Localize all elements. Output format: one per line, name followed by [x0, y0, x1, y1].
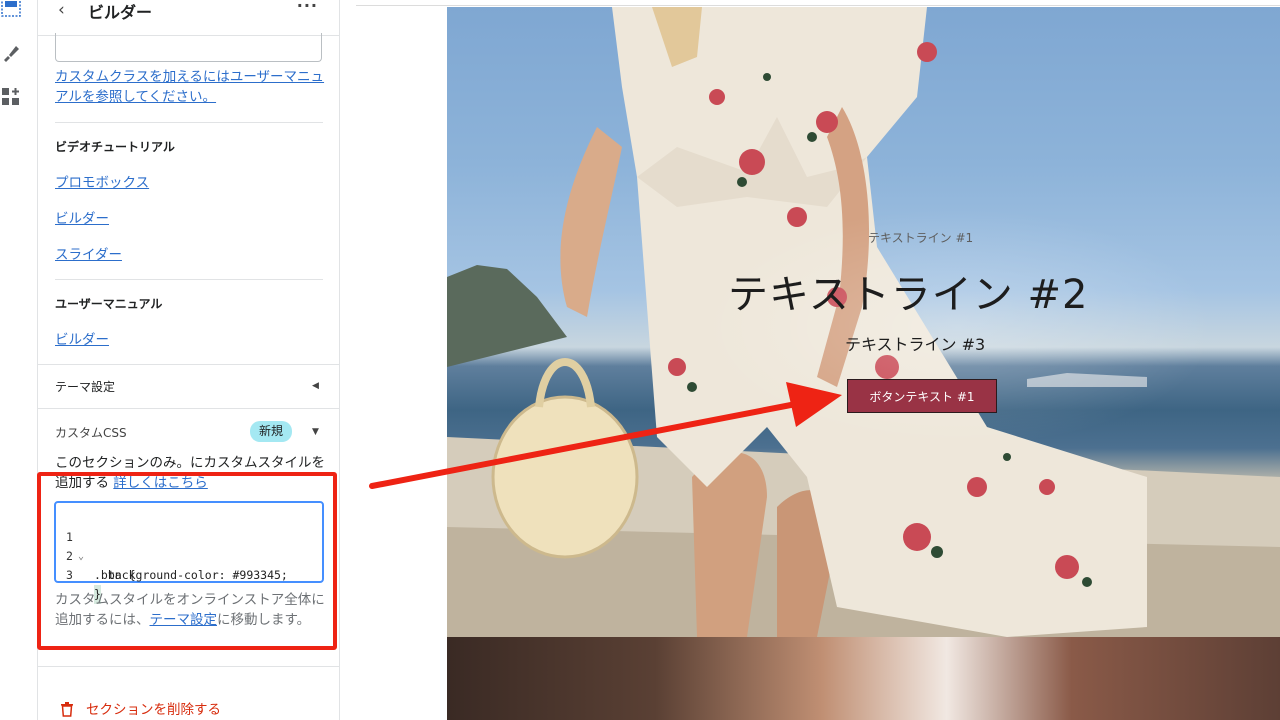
- code-line: 1 ⌄ .btn {: [56, 509, 322, 582]
- apps-icon[interactable]: [0, 86, 22, 108]
- tutorial-link-slider[interactable]: スライダー: [55, 243, 122, 263]
- user-manual-heading: ユーザーマニュアル: [55, 297, 163, 311]
- custom-class-input[interactable]: [55, 33, 322, 62]
- caret-left-icon[interactable]: ◀: [312, 381, 319, 391]
- divider: [38, 666, 339, 667]
- builder-panel: ‹ ビルダー ··· カスタムクラスを加えるにはユーザーマニュアルを参照してくだ…: [38, 0, 340, 720]
- code-text: background-color: #993345;: [94, 568, 288, 582]
- more-actions-icon[interactable]: ···: [297, 0, 318, 15]
- delete-section-label: セクションを削除する: [86, 702, 221, 718]
- delete-section-button[interactable]: セクションを削除する: [60, 698, 221, 718]
- tutorial-link-promobox[interactable]: プロモボックス: [55, 171, 149, 191]
- text-line-3: テキストライン #3: [845, 335, 986, 354]
- trash-icon: [61, 702, 73, 717]
- sections-icon[interactable]: [0, 0, 22, 18]
- custom-css-description: このセクションのみ。にカスタムスタイルを追加する 詳しくはこちら: [55, 453, 325, 493]
- custom-css-label[interactable]: カスタムCSS: [55, 424, 127, 441]
- divider: [38, 408, 339, 409]
- divider: [55, 122, 323, 123]
- divider: [55, 279, 323, 280]
- preview-divider: [356, 5, 1280, 6]
- text-line-2: テキストライン #2: [728, 272, 1089, 318]
- code-line: 2 background-color: #993345;: [56, 528, 322, 582]
- tutorial-link-builder[interactable]: ビルダー: [55, 207, 109, 227]
- theme-settings-toggle[interactable]: テーマ設定: [55, 378, 115, 395]
- panel-title: ビルダー: [88, 3, 153, 22]
- hero-cta-button[interactable]: ボタンテキスト #1: [847, 379, 997, 413]
- learn-more-link[interactable]: 詳しくはこちら: [113, 475, 208, 491]
- manual-link-builder[interactable]: ビルダー: [55, 328, 109, 348]
- video-tutorial-heading: ビデオチュートリアル: [55, 140, 175, 154]
- theme-brush-icon[interactable]: [0, 42, 22, 64]
- caret-down-icon[interactable]: ▼: [312, 427, 319, 437]
- code-line: 3 }: [56, 547, 322, 604]
- hero-image: [447, 7, 1280, 637]
- icon-rail: [0, 0, 38, 720]
- theme-settings-link[interactable]: テーマ設定: [150, 612, 218, 628]
- back-arrow-icon[interactable]: ‹: [58, 0, 65, 20]
- global-css-hint: カスタムスタイルをオンラインストア全体に追加するには、テーマ設定に移動します。: [55, 590, 327, 630]
- new-badge: 新規: [250, 421, 293, 442]
- second-section-image: [447, 637, 1280, 720]
- panel-header: ‹ ビルダー ···: [38, 0, 339, 36]
- global-css-hint-suffix: に移動します。: [217, 612, 311, 628]
- divider: [38, 364, 339, 365]
- line-number: 3: [66, 568, 73, 582]
- text-line-1: テキストライン #1: [868, 231, 974, 245]
- css-code-editor[interactable]: 1 ⌄ .btn { 2 background-color: #993345; …: [54, 501, 324, 604]
- custom-class-help-link[interactable]: カスタムクラスを加えるにはユーザーマニュアルを参照してください。: [55, 67, 325, 107]
